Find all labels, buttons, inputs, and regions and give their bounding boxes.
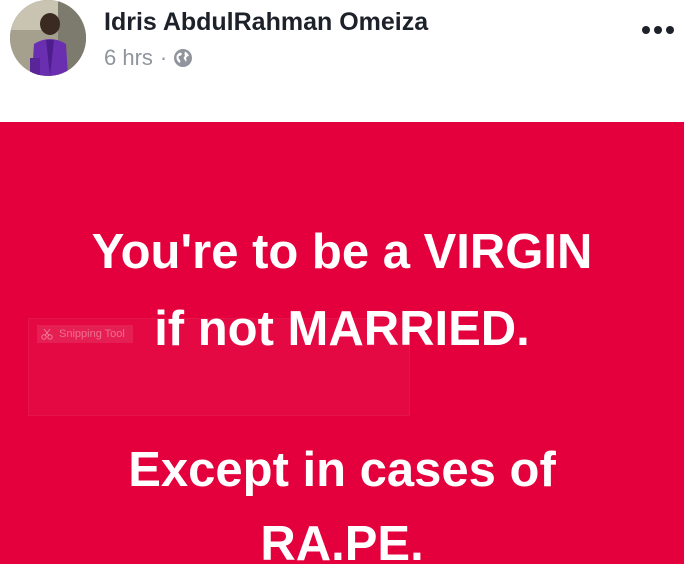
post-header: Idris AbdulRahman Omeiza 6 hrs ·: [0, 0, 684, 122]
avatar-photo: [10, 0, 86, 76]
post-text-line-3: Except in cases of: [128, 443, 556, 497]
post-timestamp[interactable]: 6 hrs: [104, 45, 153, 71]
more-options-button[interactable]: [640, 18, 676, 42]
author-name[interactable]: Idris AbdulRahman Omeiza: [104, 8, 428, 37]
post-text-line-2: if not MARRIED.: [154, 302, 530, 356]
author-avatar[interactable]: [10, 0, 86, 76]
post-text-line-1: You're to be a VIRGIN: [91, 225, 593, 279]
globe-icon[interactable]: [173, 48, 193, 68]
post-content-card[interactable]: Snipping Tool You're to be a VIRGIN if n…: [0, 122, 684, 564]
meta-separator: ·: [159, 45, 168, 70]
post-meta: 6 hrs ·: [104, 45, 193, 71]
more-options-icon: [642, 26, 674, 34]
post-text-line-4: RA.PE.: [260, 517, 424, 564]
